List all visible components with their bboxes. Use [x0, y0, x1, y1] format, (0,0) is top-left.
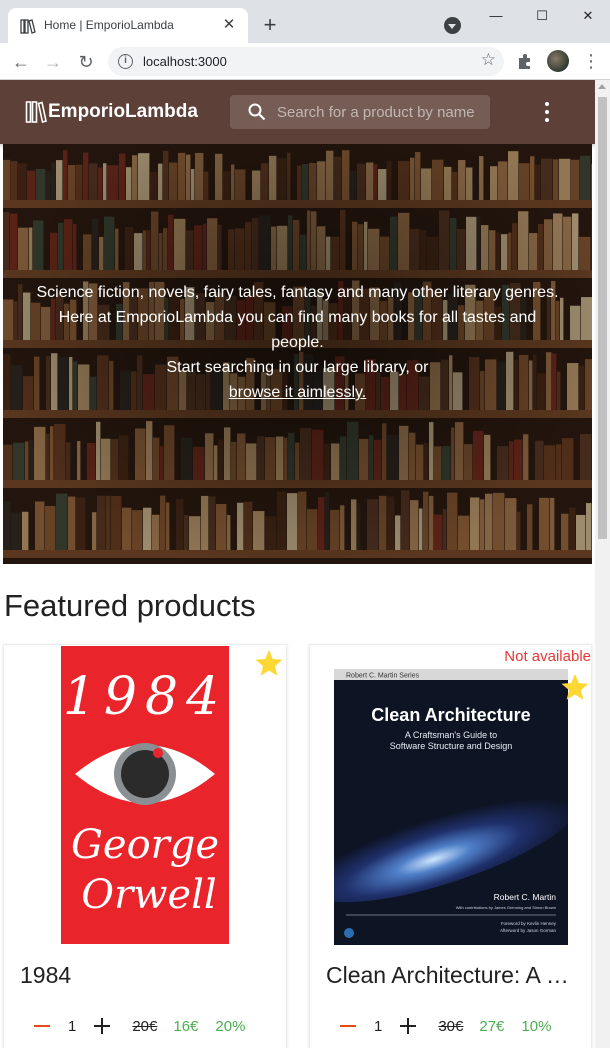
close-window-icon[interactable]: ✕ [565, 4, 610, 28]
cover-title: Clean Architecture [371, 705, 530, 725]
product-card[interactable]: Not available Robert C. Martin Series Cl… [309, 644, 592, 1048]
product-cover-image[interactable]: 1984 George Orwell [61, 646, 229, 944]
quantity-price-row: 1 30€ 27€ 10% [340, 1015, 551, 1037]
browser-tab-strip: Home | EmporioLambda ✕ + — ☐ ✕ [0, 0, 610, 43]
cover-1984-art: 1984 George Orwell [63, 667, 227, 918]
quantity-price-row: 1 20€ 16€ 20% [34, 1015, 245, 1037]
browse-link[interactable]: browse it aimlessly. [229, 384, 367, 401]
product-search[interactable] [230, 95, 490, 129]
discount-percent: 20% [215, 1017, 246, 1035]
product-name[interactable]: 1984 [20, 962, 275, 989]
quantity-value: 1 [68, 1017, 77, 1035]
decrease-quantity-icon[interactable] [34, 1025, 50, 1027]
forward-arrow-icon[interactable]: → [40, 49, 66, 75]
site-info-icon[interactable]: i [118, 54, 133, 69]
search-input[interactable] [277, 95, 487, 129]
original-price: 30€ [438, 1017, 464, 1035]
cover-foreword: Foreword by Kevlin Henney [501, 921, 557, 926]
hero-line-genres: Science fiction, novels, fairy tales, fa… [36, 284, 559, 301]
hero-banner: Science fiction, novels, fairy tales, fa… [3, 144, 592, 564]
discounted-price: 16€ [173, 1017, 199, 1035]
cover-subtitle-2: Software Structure and Design [390, 741, 513, 751]
scrollbar-thumb[interactable] [598, 97, 607, 539]
quantity-value: 1 [374, 1017, 383, 1035]
brand-name: EmporioLambda [48, 101, 198, 122]
original-price: 20€ [132, 1017, 158, 1035]
scroll-up-arrow-icon[interactable] [598, 84, 606, 89]
featured-title: Featured products [4, 588, 256, 623]
tab-search-icon[interactable] [444, 17, 461, 34]
hero-text: Science fiction, novels, fairy tales, fa… [33, 280, 562, 405]
address-bar[interactable]: i localhost:3000 ☆ [108, 47, 504, 76]
bookmark-star-icon[interactable]: ☆ [481, 50, 496, 70]
decrease-quantity-icon[interactable] [340, 1025, 356, 1027]
hero-line-tastes: Here at EmporioLambda you can find many … [58, 309, 537, 351]
availability-status: Not available [504, 648, 591, 665]
discount-percent: 10% [521, 1017, 552, 1035]
browser-tab[interactable]: Home | EmporioLambda ✕ [8, 8, 248, 43]
close-tab-icon[interactable]: ✕ [218, 14, 240, 36]
star-icon[interactable] [560, 672, 590, 702]
address-url[interactable]: localhost:3000 [143, 54, 227, 69]
reload-icon[interactable]: ↻ [73, 49, 99, 75]
books-favicon-icon [20, 19, 36, 34]
page-viewport: EmporioLambda Science fiction, novels, f… [0, 80, 610, 1048]
browser-menu-icon[interactable]: ⋮ [582, 49, 600, 73]
more-options-icon[interactable] [535, 100, 559, 124]
extensions-puzzle-icon[interactable] [515, 51, 535, 71]
back-arrow-icon[interactable]: ← [8, 49, 34, 75]
cover-subtitle-1: A Craftsman's Guide to [405, 730, 497, 740]
cover-series: Robert C. Martin Series [346, 673, 420, 680]
cover-number: 1984 [63, 667, 227, 727]
cover-afterword: Afterword by Jason Gorman [500, 928, 557, 933]
app-bar: EmporioLambda [0, 80, 595, 144]
maximize-window-icon[interactable]: ☐ [519, 4, 565, 28]
increase-quantity-icon[interactable] [400, 1018, 417, 1034]
browser-tab-title: Home | EmporioLambda [44, 18, 174, 32]
increase-quantity-icon[interactable] [94, 1018, 111, 1034]
discounted-price: 27€ [479, 1017, 505, 1035]
library-books-icon [25, 101, 47, 124]
cover-clean-architecture-art: Robert C. Martin Series Clean Architectu… [334, 669, 568, 938]
profile-avatar[interactable] [547, 50, 569, 72]
cover-author-first: George [71, 822, 219, 868]
minimize-window-icon[interactable]: — [473, 4, 519, 28]
cover-contributors: With contributions by James Grenning and… [456, 905, 556, 910]
page-scrollbar[interactable] [595, 80, 610, 1048]
product-name[interactable]: Clean Architecture: A Craftsman's Guide … [326, 962, 581, 989]
product-card[interactable]: 1984 George Orwell 1984 1 20€ 16€ 20% [3, 644, 287, 1048]
cover-author-last: Orwell [81, 872, 216, 918]
star-icon[interactable] [254, 648, 284, 678]
product-cover-image[interactable]: Robert C. Martin Series Clean Architectu… [334, 669, 568, 945]
browser-toolbar: ← → ↻ i localhost:3000 ☆ ⋮ [0, 43, 610, 80]
new-tab-plus-icon[interactable]: + [256, 12, 284, 40]
search-icon [248, 103, 266, 121]
brand-logo[interactable]: EmporioLambda [25, 99, 198, 125]
cover-author: Robert C. Martin [494, 892, 557, 902]
hero-line-search: Start searching in our large library, or [166, 359, 429, 376]
